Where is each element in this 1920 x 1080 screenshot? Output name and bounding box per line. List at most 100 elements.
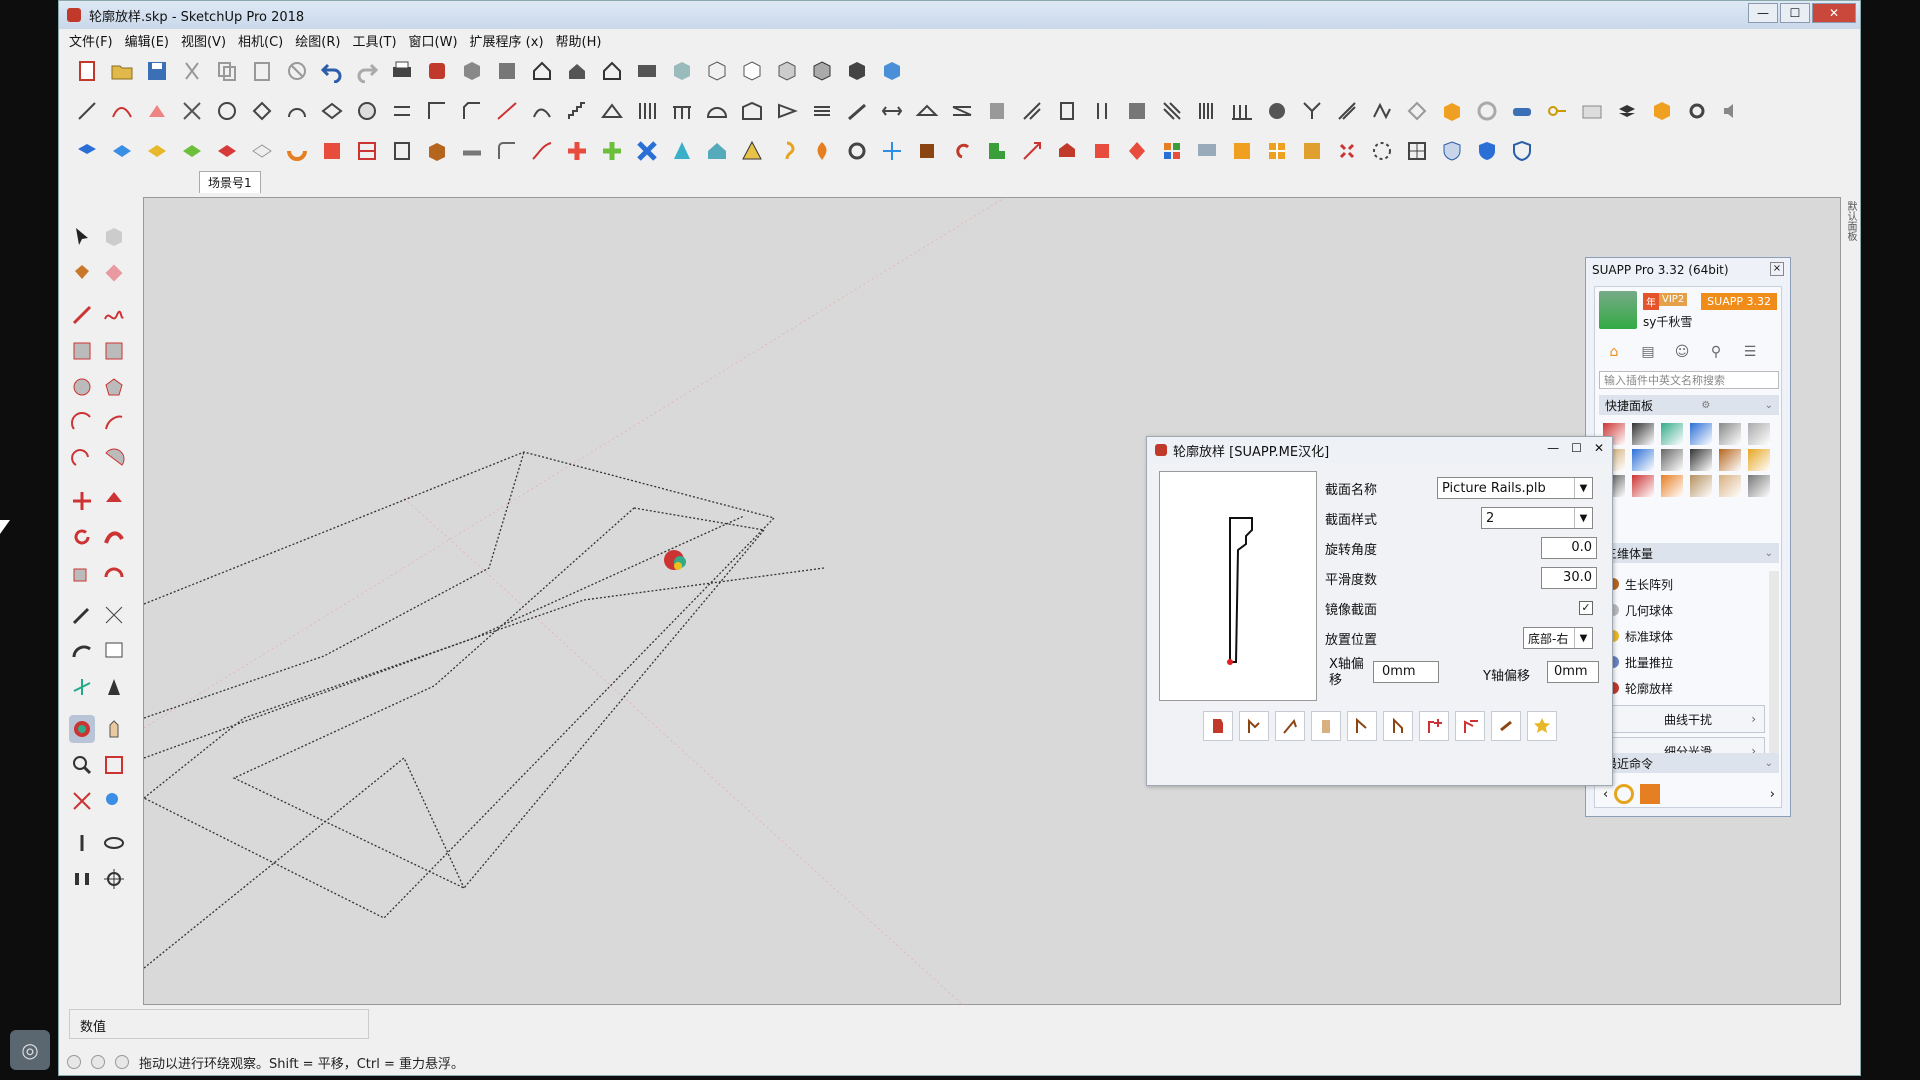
fan-tool-icon[interactable]: [1263, 97, 1291, 125]
points-curve-icon[interactable]: [528, 137, 556, 165]
tile-orange-icon[interactable]: [1228, 137, 1256, 165]
slope-tool-icon[interactable]: [843, 97, 871, 125]
orbit-icon[interactable]: [69, 715, 95, 743]
paint-bucket-icon[interactable]: [69, 259, 95, 287]
list-item[interactable]: 批量推拉: [1599, 649, 1773, 675]
mesh-orange-icon[interactable]: [1298, 137, 1326, 165]
arc-tool-icon[interactable]: [283, 97, 311, 125]
dialog-minimize-button[interactable]: —: [1547, 441, 1559, 455]
list-item[interactable]: 几何球体: [1599, 597, 1773, 623]
shield-outline-icon[interactable]: [1508, 137, 1536, 165]
face-tool-icon[interactable]: [318, 97, 346, 125]
loft-profile-1-icon[interactable]: [1239, 711, 1269, 741]
zoom-icon[interactable]: [69, 751, 95, 779]
table-grid-icon[interactable]: [353, 137, 381, 165]
dome-tool-icon[interactable]: [703, 97, 731, 125]
protractor-icon[interactable]: [69, 637, 95, 665]
scale-icon[interactable]: [69, 559, 95, 587]
rotation-input[interactable]: 0.0: [1541, 537, 1597, 559]
polygon-icon[interactable]: [213, 97, 241, 125]
undo-icon[interactable]: [318, 57, 346, 85]
measurements-box[interactable]: 数值: [69, 1009, 369, 1039]
joist-tool-icon[interactable]: [878, 97, 906, 125]
polygon-tool-icon[interactable]: [101, 373, 127, 401]
plugin-list-scrollbar[interactable]: [1769, 571, 1779, 771]
minimize-button[interactable]: —: [1748, 3, 1778, 23]
grid-color-icon[interactable]: [1158, 137, 1186, 165]
green-cross-icon[interactable]: [598, 137, 626, 165]
menu-draw[interactable]: 绘图(R): [295, 31, 340, 50]
export-icon[interactable]: [1018, 137, 1046, 165]
red-gem-icon[interactable]: [1123, 137, 1151, 165]
stack-tool-icon[interactable]: [1613, 97, 1641, 125]
arc-chain-icon[interactable]: [528, 97, 556, 125]
speaker-icon[interactable]: [1718, 97, 1746, 125]
box-brown-icon[interactable]: [913, 137, 941, 165]
column-tool-icon[interactable]: [1088, 97, 1116, 125]
recent-prev-arrow-icon[interactable]: ‹: [1603, 787, 1608, 802]
canopy-tool-icon[interactable]: [1403, 97, 1431, 125]
loft-profile-4-icon[interactable]: [1347, 711, 1377, 741]
move-arrows-icon[interactable]: [878, 137, 906, 165]
refresh-icon[interactable]: [1473, 97, 1501, 125]
camera-icon[interactable]: [1578, 97, 1606, 125]
grid-orange-icon[interactable]: [1263, 137, 1291, 165]
recent-stack-icon[interactable]: [1640, 784, 1661, 804]
truss-tool-icon[interactable]: [913, 97, 941, 125]
smoothness-input[interactable]: 30.0: [1541, 567, 1597, 589]
shield-icon[interactable]: [1438, 137, 1466, 165]
post-tool-icon[interactable]: [1228, 97, 1256, 125]
blue-layer-icon[interactable]: [73, 137, 101, 165]
dialog-close-button[interactable]: ✕: [1594, 441, 1604, 455]
red-hook-icon[interactable]: [948, 137, 976, 165]
select-arrow-icon[interactable]: [69, 223, 95, 251]
scene-tab-1[interactable]: 场景号1: [199, 171, 261, 193]
rotated-rectangle-icon[interactable]: [101, 337, 127, 365]
vehicle-icon[interactable]: [1508, 97, 1536, 125]
list-item[interactable]: 轮廓放样: [1599, 675, 1773, 701]
print-icon[interactable]: [388, 57, 416, 85]
line-tool-icon[interactable]: [73, 97, 101, 125]
offset-icon[interactable]: [143, 97, 171, 125]
arc-icon[interactable]: [69, 409, 95, 437]
previous-view-icon[interactable]: [101, 787, 127, 815]
quick-panel-header[interactable]: 快捷面板 ⚙ ⌄: [1599, 395, 1779, 415]
key-icon[interactable]: [1543, 97, 1571, 125]
beam-tool-icon[interactable]: [948, 97, 976, 125]
erase-icon[interactable]: [283, 57, 311, 85]
curve-disturb-button[interactable]: 曲线干扰 ›: [1611, 705, 1765, 733]
yellow-plane-icon[interactable]: [143, 137, 171, 165]
save-icon[interactable]: [143, 57, 171, 85]
loft-name-profile-icon[interactable]: [1491, 711, 1521, 741]
quick-tool-11-icon[interactable]: [1719, 449, 1741, 471]
grid-plane-icon[interactable]: [248, 137, 276, 165]
model-info-icon[interactable]: [423, 57, 451, 85]
loft-favorite-icon[interactable]: [1527, 711, 1557, 741]
card-icon[interactable]: ▤: [1637, 341, 1659, 363]
copy-icon[interactable]: [213, 57, 241, 85]
quick-tool-8-icon[interactable]: [1632, 449, 1654, 471]
plugin-search-input[interactable]: 输入插件中英文名称搜索: [1599, 371, 1779, 389]
ring-icon[interactable]: [843, 137, 871, 165]
quick-tool-5-icon[interactable]: [1719, 423, 1741, 445]
house-icon[interactable]: [703, 137, 731, 165]
text-icon[interactable]: [101, 637, 127, 665]
hook-icon[interactable]: [773, 137, 801, 165]
green-shape-icon[interactable]: [983, 137, 1011, 165]
menu-help[interactable]: 帮助(H): [556, 31, 602, 50]
paste-icon[interactable]: [248, 57, 276, 85]
section-name-select[interactable]: Picture Rails.plb ▼: [1437, 477, 1593, 499]
section-3d-header[interactable]: 三维体量 ⌄: [1599, 543, 1779, 563]
xray-style-icon[interactable]: [668, 57, 696, 85]
quick-tool-9-icon[interactable]: [1661, 449, 1683, 471]
top-view-icon[interactable]: [493, 57, 521, 85]
screen-icon[interactable]: [1193, 137, 1221, 165]
rectangle-icon[interactable]: [69, 337, 95, 365]
red-square-icon[interactable]: [318, 137, 346, 165]
user-account-icon[interactable]: [115, 1055, 129, 1069]
circle-icon[interactable]: [69, 373, 95, 401]
dimension-icon[interactable]: [101, 601, 127, 629]
quick-tool-3-icon[interactable]: [1661, 423, 1683, 445]
quick-tool-18-icon[interactable]: [1748, 475, 1770, 497]
quick-tool-4-icon[interactable]: [1690, 423, 1712, 445]
